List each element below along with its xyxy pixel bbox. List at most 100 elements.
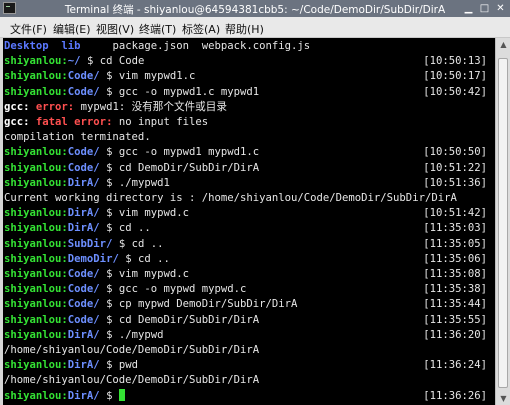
terminal-line: shiyanlou:DirA/ $ cd .. — [4, 221, 151, 236]
terminal-output[interactable]: Desktop lib package.json webpack.config.… — [3, 38, 495, 405]
terminal-line: /home/shiyanlou/Code/DemoDir/SubDir/DirA — [4, 373, 259, 388]
terminal-line: shiyanlou:DirA/ $ vim mypwd.c — [4, 206, 189, 221]
prompt-user: shiyanlou — [4, 85, 62, 98]
prompt-path: DirA/ — [67, 207, 100, 220]
error-kind: fatal error: — [35, 116, 113, 128]
prompt-path: DirA/ — [67, 328, 100, 341]
command-text: $ cp mypwd DemoDir/SubDir/DirA — [99, 298, 298, 311]
scroll-down-icon[interactable]: ▼ — [499, 394, 508, 403]
error-message: no input files — [112, 116, 209, 128]
menu-tabs[interactable]: 标签(A) — [182, 21, 220, 37]
prompt-user: shiyanlou — [4, 70, 62, 83]
command-text: $ ./mypwd1 — [99, 176, 170, 189]
command-text: $ gcc -o mypwd1.c mypwd1 — [99, 85, 260, 98]
command-text: $ gcc -o mypwd mypwd.c — [99, 283, 247, 296]
prompt-path: Code/ — [67, 313, 100, 326]
terminal-line: /home/shiyanlou/Code/DemoDir/SubDir/DirA — [4, 343, 259, 358]
terminal-line: shiyanlou:Code/ $ gcc -o mypwd mypwd.c — [4, 282, 246, 297]
window-title: Terminal 终端 - shiyanlou@64594381cbb5: ~/… — [64, 4, 446, 16]
text-cursor — [118, 388, 125, 401]
prompt-user: shiyanlou — [4, 298, 62, 311]
prompt-path: Code/ — [67, 283, 100, 296]
prompt-user: shiyanlou — [4, 268, 62, 280]
minimize-icon[interactable]: ▁ — [462, 2, 475, 15]
prompt-path: ~/ — [67, 55, 81, 68]
prompt-path: Code/ — [67, 85, 100, 98]
scroll-up-icon[interactable]: ▲ — [499, 40, 508, 49]
maximize-icon[interactable]: □ — [478, 2, 491, 15]
menu-edit[interactable]: 编辑(E) — [53, 21, 91, 37]
prompt-path: DemoDir/ — [67, 252, 119, 265]
timestamp: [11:36:20] — [423, 328, 487, 341]
prompt-user: shiyanlou — [4, 283, 62, 296]
output-text: /home/shiyanlou/Code/DemoDir/SubDir/DirA — [4, 374, 260, 387]
command-text: $ — [99, 389, 119, 402]
terminal-line: shiyanlou:Code/ $ vim mypwd1.c — [4, 69, 195, 84]
prompt-path: DirA/ — [67, 359, 100, 372]
command-text: $ gcc -o mypwd1 mypwd1.c — [99, 146, 260, 159]
timestamp: [11:35:44] — [423, 298, 487, 311]
title-bar[interactable]: Terminal 终端 - shiyanlou@64594381cbb5: ~/… — [0, 0, 510, 17]
timestamp: [10:51:36] — [423, 176, 487, 189]
prompt-path: Code/ — [67, 298, 100, 311]
menu-terminal[interactable]: 终端(T) — [139, 21, 176, 37]
scrollbar-thumb[interactable] — [498, 58, 508, 388]
command-text: $ cd DemoDir/SubDir/DirA — [99, 313, 260, 326]
prompt-path: Code/ — [67, 146, 100, 159]
command-text: $ pwd — [99, 359, 138, 372]
prompt-path: SubDir/ — [67, 237, 113, 250]
prompt-user: shiyanlou — [4, 176, 62, 189]
prompt-user: shiyanlou — [4, 328, 62, 341]
error-source: gcc: — [4, 100, 30, 113]
ls-file-entries: package.json webpack.config.js — [80, 40, 311, 52]
menu-help[interactable]: 帮助(H) — [225, 21, 264, 37]
prompt-path: DirA/ — [67, 222, 100, 235]
timestamp: [11:35:05] — [423, 237, 487, 250]
menu-bar: 文件(F) 编辑(E) 视图(V) 终端(T) 标签(A) 帮助(H) — [0, 17, 510, 38]
terminal-line: shiyanlou:DirA/ $ ./mypwd1 — [4, 176, 170, 191]
timestamp: [11:35:55] — [423, 313, 487, 326]
timestamp: [10:50:17] — [423, 70, 487, 83]
prompt-path: Code/ — [67, 70, 100, 83]
terminal-line: Desktop lib package.json webpack.config.… — [4, 39, 310, 54]
terminal-line: gcc: error: mypwd1: 没有那个文件或目录 — [4, 100, 227, 115]
command-text: $ vim mypwd.c — [99, 268, 189, 280]
output-text: compilation terminated. — [4, 131, 151, 144]
close-icon[interactable]: ✕ — [494, 2, 507, 15]
output-text: Current working directory is : /home/shi… — [4, 192, 457, 204]
terminal-line: shiyanlou:Code/ $ gcc -o mypwd1.c mypwd1 — [4, 85, 259, 100]
timestamp: [11:35:03] — [423, 222, 487, 235]
command-text: $ vim mypwd.c — [99, 207, 189, 220]
prompt-user: shiyanlou — [4, 222, 62, 235]
command-text: $ cd .. — [99, 222, 151, 235]
menu-file[interactable]: 文件(F) — [10, 21, 47, 37]
terminal-line: Current working directory is : /home/shi… — [4, 191, 457, 206]
timestamp: [10:50:50] — [423, 146, 487, 159]
timestamp: [11:35:08] — [423, 268, 487, 280]
terminal-line: shiyanlou:Code/ $ cd DemoDir/SubDir/DirA — [4, 161, 259, 176]
timestamp: [11:35:38] — [423, 283, 487, 296]
error-source: gcc: — [4, 116, 30, 128]
ls-dir-entry: lib — [61, 40, 81, 52]
terminal-line: shiyanlou:DirA/ $ pwd — [4, 358, 138, 373]
output-text: /home/shiyanlou/Code/DemoDir/SubDir/DirA — [4, 344, 260, 356]
timestamp: [10:51:22] — [423, 161, 487, 174]
menu-view[interactable]: 视图(V) — [96, 21, 134, 37]
prompt-path: DirA/ — [67, 176, 100, 189]
prompt-user: shiyanlou — [4, 237, 62, 250]
prompt-path: DirA/ — [67, 389, 100, 402]
prompt-user: shiyanlou — [4, 161, 62, 174]
timestamp: [11:35:06] — [423, 252, 487, 265]
ls-dir-entry: Desktop — [4, 40, 49, 52]
vertical-scrollbar[interactable]: ▲ ▼ — [495, 38, 510, 405]
timestamp: [10:50:42] — [423, 85, 487, 98]
command-text: $ cd .. — [118, 252, 170, 265]
terminal-line: shiyanlou:DemoDir/ $ cd .. — [4, 252, 170, 267]
terminal-line: shiyanlou:DirA/ $ ./mypwd — [4, 328, 163, 343]
terminal-line: shiyanlou:Code/ $ gcc -o mypwd1 mypwd1.c — [4, 145, 259, 160]
terminal-window: Terminal 终端 - shiyanlou@64594381cbb5: ~/… — [0, 0, 510, 405]
prompt-user: shiyanlou — [4, 55, 62, 68]
terminal-line: gcc: fatal error: no input files — [4, 115, 208, 130]
prompt-user: shiyanlou — [4, 389, 62, 402]
prompt-user: shiyanlou — [4, 252, 62, 265]
